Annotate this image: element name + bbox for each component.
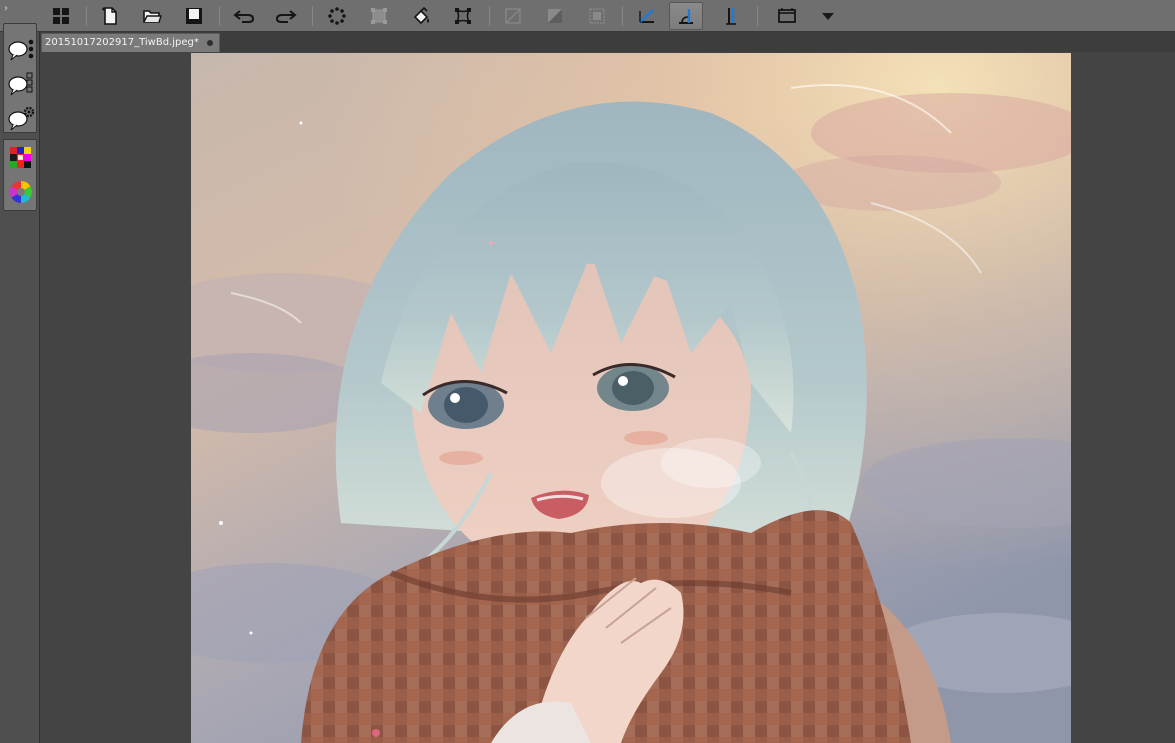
toolbar-divider bbox=[312, 6, 313, 26]
angle-ruler-icon bbox=[639, 9, 654, 23]
color-palette-icon bbox=[10, 147, 31, 168]
ruler-snap-icon bbox=[679, 9, 693, 24]
selection-square-icon bbox=[589, 8, 605, 24]
redo-button[interactable] bbox=[269, 2, 303, 30]
open-folder-icon bbox=[143, 10, 162, 23]
screen-capture-icon bbox=[778, 8, 796, 23]
document-tab-strip: 20151017202917_TiwBd.jpeg* bbox=[40, 32, 1175, 52]
crop-diagonal-icon bbox=[505, 8, 521, 24]
fill-bucket-icon bbox=[413, 6, 429, 25]
speech-bubble-grid-button[interactable] bbox=[6, 68, 36, 100]
speech-bubble-dots-icon bbox=[8, 39, 34, 61]
speech-bubble-tool-group bbox=[3, 23, 37, 133]
color-tool-group bbox=[3, 139, 37, 211]
crop-diagonal-button[interactable] bbox=[496, 2, 530, 30]
speech-bubble-dots-button[interactable] bbox=[6, 34, 36, 66]
new-document-icon bbox=[102, 7, 117, 25]
toolbar-divider bbox=[86, 6, 87, 26]
marching-select-button[interactable] bbox=[320, 2, 354, 30]
save-button[interactable] bbox=[177, 2, 211, 30]
dropdown-arrow-icon bbox=[822, 13, 834, 20]
document-tab[interactable]: 20151017202917_TiwBd.jpeg* bbox=[41, 33, 220, 52]
color-palette-button[interactable] bbox=[6, 142, 36, 174]
ruler-snap-button[interactable] bbox=[669, 2, 703, 30]
transform-box-button[interactable] bbox=[362, 2, 396, 30]
speech-bubble-grid-icon bbox=[8, 72, 33, 96]
redo-icon bbox=[275, 10, 297, 23]
toolbar-overflow-button[interactable] bbox=[811, 2, 845, 30]
vertical-ruler-button[interactable] bbox=[714, 2, 748, 30]
toolbar-divider bbox=[757, 6, 758, 26]
undo-button[interactable] bbox=[227, 2, 261, 30]
free-transform-icon bbox=[455, 8, 471, 24]
undo-icon bbox=[233, 10, 255, 23]
main-toolbar: › bbox=[0, 0, 1175, 32]
fill-bucket-button[interactable] bbox=[404, 2, 438, 30]
toolbar-divider bbox=[489, 6, 490, 26]
open-folder-button[interactable] bbox=[135, 2, 169, 30]
image-canvas[interactable] bbox=[191, 53, 1071, 743]
color-wheel-icon bbox=[10, 181, 32, 203]
grid-view-icon bbox=[53, 8, 69, 24]
screen-capture-button[interactable] bbox=[770, 2, 804, 30]
gradient-square-icon bbox=[548, 9, 562, 23]
speech-bubble-gear-icon bbox=[8, 106, 35, 131]
canvas-workspace[interactable] bbox=[40, 52, 1175, 743]
left-tool-panel bbox=[0, 23, 40, 743]
document-tab-title: 20151017202917_TiwBd.jpeg* bbox=[45, 37, 199, 48]
toolbar-divider bbox=[219, 6, 220, 26]
marching-select-icon bbox=[328, 7, 346, 25]
gradient-square-button[interactable] bbox=[538, 2, 572, 30]
transform-box-icon bbox=[371, 8, 387, 24]
tab-close-icon[interactable] bbox=[206, 40, 213, 46]
new-document-button[interactable] bbox=[93, 2, 127, 30]
toolbar-divider bbox=[622, 6, 623, 26]
selection-square-button[interactable] bbox=[580, 2, 614, 30]
anime-girl-illustration bbox=[191, 53, 1071, 743]
save-icon bbox=[186, 8, 202, 24]
vertical-ruler-icon bbox=[726, 8, 736, 25]
angle-ruler-button[interactable] bbox=[630, 2, 664, 30]
color-wheel-button[interactable] bbox=[6, 176, 36, 208]
free-transform-button[interactable] bbox=[446, 2, 480, 30]
grid-view-button[interactable] bbox=[44, 2, 78, 30]
speech-bubble-gear-button[interactable] bbox=[6, 102, 36, 134]
